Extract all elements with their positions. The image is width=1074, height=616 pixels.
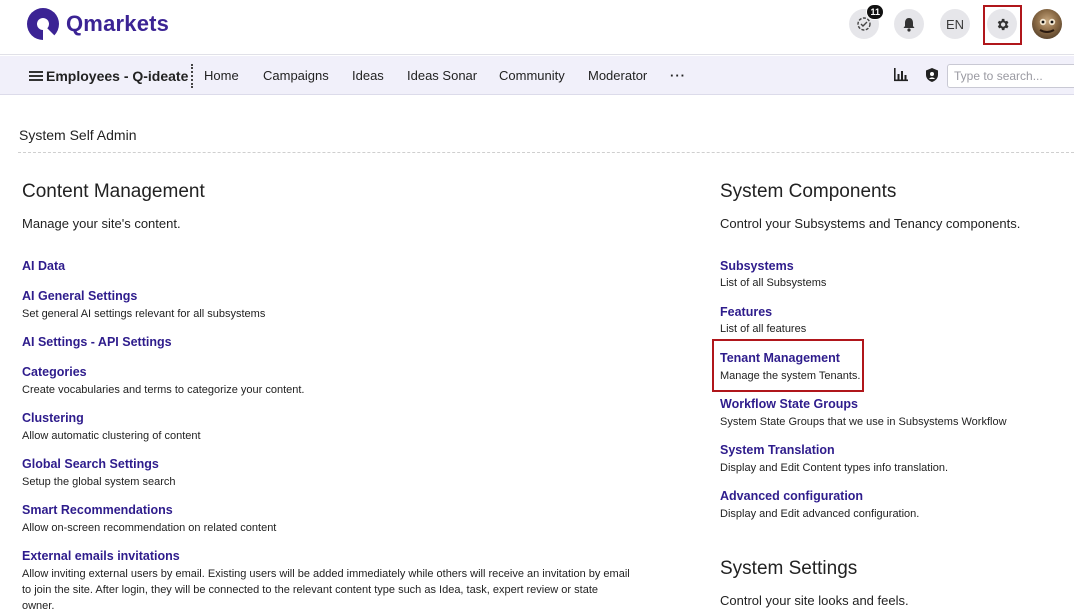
top-header: Qmarkets 11 EN — [0, 0, 1074, 55]
settings-button[interactable] — [987, 9, 1017, 39]
system-components-description: Control your Subsystems and Tenancy comp… — [720, 216, 1021, 231]
link-workflow-state-groups[interactable]: Workflow State Groups — [720, 397, 858, 411]
language-button[interactable]: EN — [940, 9, 970, 39]
link-desc-tenant-management: Manage the system Tenants. — [720, 370, 861, 382]
nav-item-home[interactable]: Home — [204, 56, 239, 95]
link-desc-clustering: Allow automatic clustering of content — [22, 430, 201, 442]
qmarkets-logo-icon — [27, 8, 59, 40]
notifications-button[interactable] — [894, 9, 924, 39]
page-title: System Self Admin — [19, 127, 137, 143]
content-management-description: Manage your site's content. — [22, 216, 181, 231]
title-divider — [18, 152, 1074, 153]
link-desc-global-search-settings: Setup the global system search — [22, 476, 176, 488]
content-management-heading: Content Management — [22, 181, 205, 202]
nav-item-moderator[interactable]: Moderator — [588, 56, 647, 95]
user-avatar[interactable] — [1032, 9, 1062, 39]
hamburger-menu-icon — [29, 70, 43, 81]
gear-icon — [997, 18, 1008, 30]
main-content: System Self Admin Content Management Man… — [5, 105, 1074, 616]
link-desc-ai-general-settings: Set general AI settings relevant for all… — [22, 308, 266, 320]
link-tenant-management[interactable]: Tenant Management — [720, 351, 840, 365]
admin-shield-icon[interactable] — [924, 67, 940, 83]
link-desc-advanced-configuration: Display and Edit advanced configuration. — [720, 508, 920, 520]
activity-button[interactable]: 11 — [849, 4, 884, 39]
system-components-heading: System Components — [720, 181, 897, 202]
link-smart-recommendations[interactable]: Smart Recommendations — [22, 503, 173, 517]
link-ai-data[interactable]: AI Data — [22, 259, 65, 273]
link-external-emails-invitations[interactable]: External emails invitations — [22, 549, 180, 563]
link-clustering[interactable]: Clustering — [22, 411, 84, 425]
link-categories[interactable]: Categories — [22, 365, 87, 379]
link-desc-workflow-state-groups: System State Groups that we use in Subsy… — [720, 416, 1007, 428]
workspace-name: Employees - Q-ideate — [46, 67, 189, 84]
brand-logo[interactable]: Qmarkets — [26, 7, 169, 41]
link-desc-categories: Create vocabularies and terms to categor… — [22, 384, 305, 396]
bell-icon — [903, 17, 915, 32]
nav-item-community[interactable]: Community — [499, 56, 565, 95]
link-desc-external-emails-invitations: Allow inviting external users by email. … — [22, 568, 630, 612]
link-ai-general-settings[interactable]: AI General Settings — [22, 289, 137, 303]
link-desc-system-translation: Display and Edit Content types info tran… — [720, 462, 949, 474]
link-advanced-configuration[interactable]: Advanced configuration — [720, 489, 863, 503]
link-subsystems[interactable]: Subsystems — [720, 259, 794, 273]
workspace-switcher[interactable]: Employees - Q-ideate — [29, 56, 188, 95]
language-label: EN — [945, 16, 965, 32]
system-settings-description: Control your site looks and feels. — [720, 593, 909, 608]
brand-name: Qmarkets — [66, 11, 170, 36]
tenant-management-highlight-box — [712, 339, 864, 392]
link-desc-subsystems: List of all Subsystems — [720, 277, 827, 289]
link-desc-features: List of all features — [720, 323, 807, 335]
system-settings-heading: System Settings — [720, 558, 858, 579]
analytics-icon[interactable] — [893, 67, 909, 83]
link-system-translation[interactable]: System Translation — [720, 443, 835, 457]
link-ai-settings-api[interactable]: AI Settings - API Settings — [22, 335, 172, 349]
link-features[interactable]: Features — [720, 305, 772, 319]
nav-item-ideas-sonar[interactable]: Ideas Sonar — [407, 56, 477, 95]
nav-divider — [191, 64, 193, 88]
nav-item-campaigns[interactable]: Campaigns — [263, 56, 329, 95]
notification-count-badge: 11 — [866, 4, 884, 20]
link-desc-smart-recommendations: Allow on-screen recommendation on relate… — [22, 522, 277, 534]
link-global-search-settings[interactable]: Global Search Settings — [22, 457, 159, 471]
main-navigation: Employees - Q-ideate Home Campaigns Idea… — [0, 56, 1074, 95]
nav-item-ideas[interactable]: Ideas — [352, 56, 384, 95]
avatar-image-icon — [1039, 18, 1056, 33]
search-input[interactable] — [947, 64, 1074, 88]
nav-more-menu[interactable]: ··· — [670, 56, 686, 95]
